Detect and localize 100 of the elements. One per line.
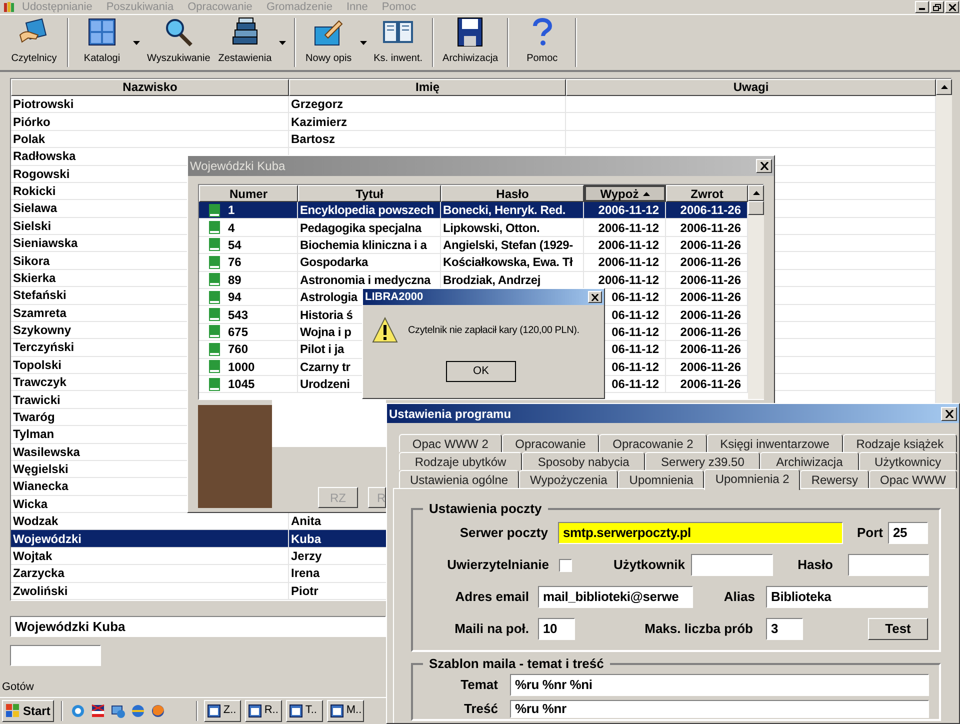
text-field[interactable]: Biblioteka xyxy=(766,586,928,608)
scroll-up-button[interactable] xyxy=(936,79,952,95)
table-row[interactable]: Polak Bartosz xyxy=(11,130,936,148)
restore-button[interactable] xyxy=(930,1,944,13)
table-cell-text: 2006-11-26 xyxy=(680,376,741,394)
text-field[interactable]: mail_biblioteki@serwe xyxy=(538,586,693,608)
close-button[interactable] xyxy=(756,159,772,173)
toolbar-button[interactable]: Nowy opis xyxy=(300,15,357,70)
text-field[interactable]: smtp.serwerpoczty.pl xyxy=(558,522,843,544)
table-cell: Piotr xyxy=(291,584,318,598)
caret-icon[interactable] xyxy=(360,40,367,44)
table-row[interactable]: Piórko Kazimierz xyxy=(11,113,936,131)
tab[interactable]: Archiwizacja xyxy=(760,452,859,470)
text-field[interactable]: Wojewódzki Kuba xyxy=(10,616,386,637)
tab[interactable]: Użytkownicy xyxy=(858,452,957,470)
scroll-up-button[interactable] xyxy=(748,185,764,201)
table-row[interactable]: Piotrowski Grzegorz xyxy=(11,96,936,114)
table-row[interactable]: 76 Gospodarka Kościałkowska, Ewa. Tł 2006-11-12 2006-11-26 xyxy=(199,254,748,272)
minimize-button[interactable] xyxy=(915,1,929,13)
column-header[interactable]: Uwagi xyxy=(566,79,936,96)
table-cell-text: 1000 xyxy=(228,358,255,376)
table-cell: Szykowny xyxy=(13,323,72,338)
toolbar-button[interactable]: Ks. inwent. xyxy=(370,15,427,70)
column-header[interactable]: Zwrot xyxy=(666,185,748,202)
network-icon[interactable] xyxy=(110,702,126,718)
column-header[interactable]: Numer xyxy=(199,185,298,202)
browser-icon[interactable] xyxy=(70,702,86,718)
taskbar-button[interactable]: T.. xyxy=(286,700,324,722)
table-cell-text: 2006-11-26 xyxy=(680,324,741,341)
table-row[interactable]: 54 Biochemia kliniczna i a Angielski, Stefan (1929- 2006-11-12 2006-11-26 xyxy=(199,236,748,254)
taskbar-button[interactable]: M.. xyxy=(327,700,364,722)
toolbar-button[interactable]: Pomoc xyxy=(514,15,570,70)
tab[interactable]: Opracowanie xyxy=(502,434,600,452)
column-header[interactable]: Imię xyxy=(289,79,566,96)
table-row[interactable]: 89 Astronomia i medyczna Brodziak, Andrzej 2006-11-12 2006-11-26 xyxy=(199,272,748,289)
scrollbar[interactable] xyxy=(748,185,764,399)
window-title: Ustawienia programu xyxy=(389,406,512,422)
drawer-cabinet-icon xyxy=(86,17,118,47)
window-icon xyxy=(207,704,222,718)
toolbar-button[interactable]: Czytelnicy xyxy=(6,15,62,70)
tab[interactable]: Sposoby nabycia xyxy=(522,452,646,470)
tab[interactable]: Opac WWW xyxy=(869,470,958,488)
text-field[interactable]: 10 xyxy=(538,618,575,640)
table-cell: Topolski xyxy=(13,358,62,372)
tab[interactable]: Wypożyczenia xyxy=(519,470,618,488)
globe-icon[interactable] xyxy=(130,702,146,718)
start-button[interactable]: Start xyxy=(2,700,54,722)
flag-icon[interactable] xyxy=(90,702,106,718)
table-cell-text: Pilot i ja xyxy=(300,341,344,358)
window-icon xyxy=(248,704,262,718)
text-field[interactable]: %ru %nr %ni xyxy=(510,674,929,696)
window-icon xyxy=(289,704,304,718)
toolbar-button[interactable]: Archiwizacja xyxy=(438,15,502,70)
column-header[interactable]: Nazwisko xyxy=(11,79,289,96)
tab[interactable]: Rewersy xyxy=(800,470,870,488)
tab[interactable]: Rodzaje książek xyxy=(842,434,957,452)
column-header[interactable]: Tytuł xyxy=(298,185,441,202)
table-cell-text: 543 xyxy=(228,306,248,324)
table-cell-text: 89 xyxy=(228,272,242,289)
ok-button[interactable]: OK xyxy=(446,361,516,382)
book-icon xyxy=(209,221,220,234)
caret-icon[interactable] xyxy=(278,40,286,44)
table-cell-text: 1 xyxy=(228,202,235,220)
tab[interactable]: Opracowanie 2 xyxy=(599,434,707,452)
test-button[interactable]: Test xyxy=(868,618,928,640)
tab[interactable]: Upomnienia 2 xyxy=(704,469,800,490)
tab[interactable]: Ustawienia ogólne xyxy=(399,470,520,488)
taskbar-button[interactable]: Z.. xyxy=(204,700,242,722)
table-row[interactable]: 4 Pedagogika specjalna Lipkowski, Otton. 2006-11-12 2006-11-26 xyxy=(199,219,748,237)
table-row[interactable]: 1 Encyklopedia powszech Bonecki, Henryk. Red. 2006-11-12 2006-11-26 xyxy=(199,202,748,220)
field-label: Serwer poczty xyxy=(458,524,548,542)
toolbar-button[interactable]: Zestawienia xyxy=(214,15,276,70)
toolbar-button[interactable]: Wyszukiwanie xyxy=(143,15,214,70)
scroll-thumb[interactable] xyxy=(748,201,764,215)
text-field[interactable] xyxy=(10,645,101,666)
close-button[interactable] xyxy=(945,1,959,13)
text-field[interactable]: 25 xyxy=(888,522,928,544)
caret-icon[interactable] xyxy=(133,40,140,44)
toolbar-button[interactable]: Katalogi xyxy=(74,15,130,70)
table-cell-text: 1045 xyxy=(228,376,255,394)
text-field[interactable] xyxy=(691,554,773,576)
text-field[interactable]: 3 xyxy=(766,618,803,640)
checkbox[interactable] xyxy=(559,558,572,572)
close-button[interactable] xyxy=(588,291,602,303)
tab[interactable]: Serwery z39.50 xyxy=(645,452,760,470)
column-header[interactable]: Wypoż xyxy=(584,185,666,202)
tab[interactable]: Rodzaje ubytków xyxy=(399,452,522,470)
tab[interactable]: Opac WWW 2 xyxy=(399,434,502,452)
table-cell: Trawicki xyxy=(13,392,60,407)
tab[interactable]: Upomnienia xyxy=(618,470,704,488)
column-header[interactable]: Hasło xyxy=(441,185,584,202)
tab[interactable]: Księgi inwentarzowe xyxy=(706,434,843,452)
close-icon xyxy=(591,294,599,300)
close-button[interactable] xyxy=(941,406,957,420)
table-cell: Wodzak xyxy=(13,514,58,528)
text-field[interactable] xyxy=(848,554,929,576)
taskbar-button[interactable]: R.. xyxy=(245,700,282,722)
text-field[interactable]: %ru %nr xyxy=(510,700,929,718)
book-icon xyxy=(209,256,220,269)
table-cell-text: Astronomia i medyczna xyxy=(300,272,431,289)
